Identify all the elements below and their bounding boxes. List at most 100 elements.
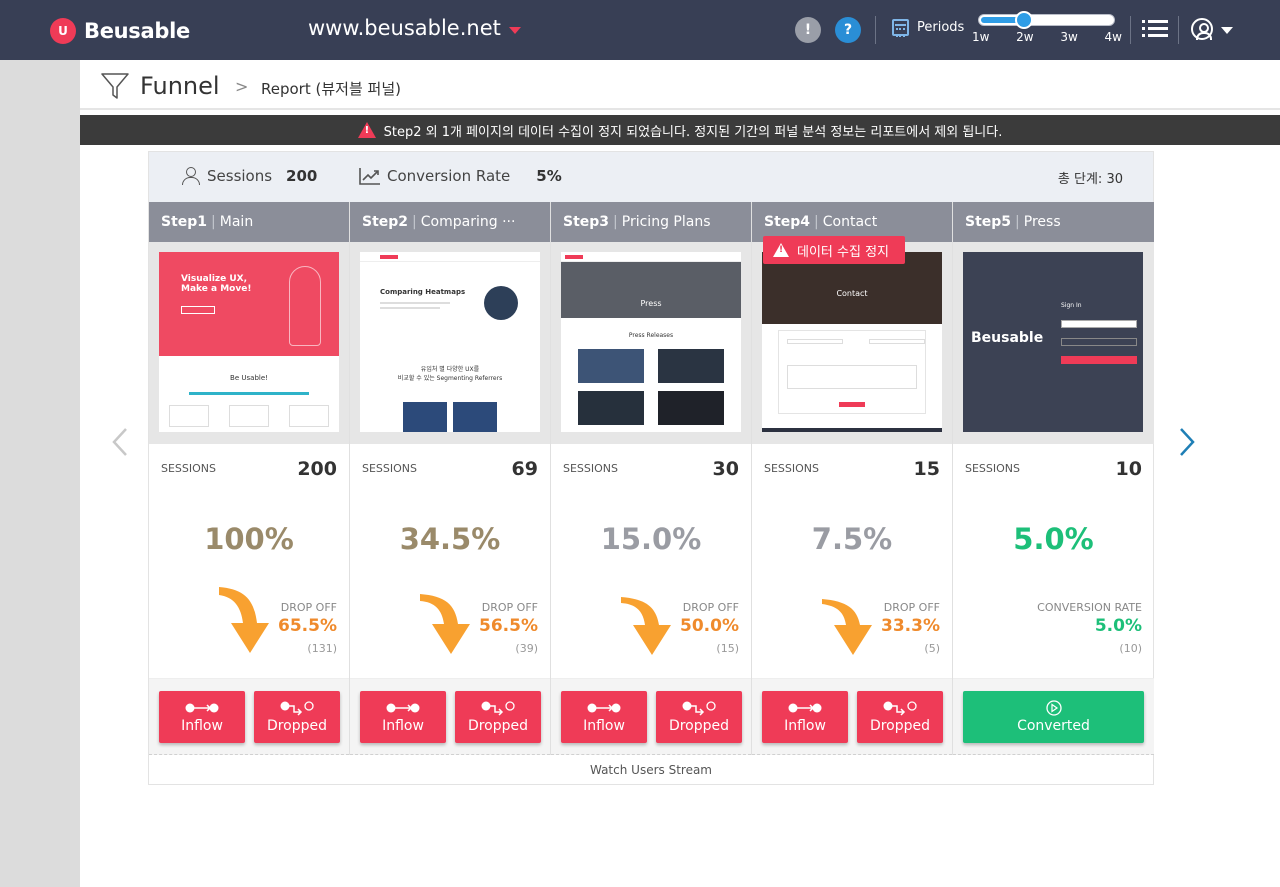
watch-users-stream-link[interactable]: Watch Users Stream [149, 755, 1153, 785]
dropped-button[interactable]: Dropped [857, 691, 943, 743]
drop-off-count: (39) [515, 642, 538, 655]
page-title: Funnel [140, 72, 220, 100]
step-actions: Inflow Dropped [551, 678, 751, 755]
dropped-button[interactable]: Dropped [455, 691, 541, 743]
stop-badge-text: 데이터 수집 정지 [797, 244, 889, 260]
page-thumbnail[interactable]: Press Press Releases [561, 252, 741, 432]
warning-icon [357, 122, 376, 138]
site-url: www.beusable.net [308, 16, 501, 40]
sessions-label: SESSIONS [764, 462, 820, 475]
period-tick[interactable]: 1w [972, 30, 989, 44]
chevron-right-icon[interactable] [1178, 427, 1196, 457]
chevron-down-icon[interactable] [1221, 27, 1233, 34]
page-thumbnail[interactable]: Contact [762, 252, 942, 432]
step-page-name: Press [1023, 214, 1061, 230]
thumbnail-text: Press Releases [628, 332, 674, 339]
logo[interactable]: U Beusable [50, 17, 190, 45]
data-collection-warning-banner: Step2 외 1개 페이지의 데이터 수집이 정지 되었습니다. 정지된 기간… [80, 115, 1280, 145]
period-slider[interactable] [978, 11, 1115, 29]
step-actions: Converted [953, 678, 1154, 755]
funnel-step: Step3 | Pricing Plans Press Press Releases [551, 202, 752, 755]
inflow-label: Inflow [181, 718, 223, 734]
page-thumbnail[interactable]: Visualize UX, Make a Move! Be Usable! [159, 252, 339, 432]
period-slider-handle[interactable] [1015, 11, 1033, 29]
step-page-name: Pricing Plans [621, 214, 711, 230]
inflow-button[interactable]: Inflow [762, 691, 848, 743]
dropped-icon [682, 701, 716, 716]
left-sidebar-gutter [0, 60, 80, 887]
period-tick[interactable]: 3w [1060, 30, 1077, 44]
conversion-rate-value: 5.0% [1094, 616, 1142, 636]
step-thumbnail-area: Comparing Heatmaps 유입처 별 다양한 UX를 비교할 수 있… [350, 242, 550, 444]
dropped-label: Dropped [869, 718, 931, 734]
period-tick[interactable]: 4w [1105, 30, 1122, 44]
periods-text: Periods [917, 20, 965, 35]
sessions-value: 200 [297, 458, 337, 480]
divider [1178, 16, 1179, 44]
dropped-button[interactable]: Dropped [254, 691, 340, 743]
inflow-icon [788, 703, 822, 713]
step-page-name: Contact [822, 214, 878, 230]
step-number: Step5 [965, 214, 1012, 230]
step-percentage: 100% [204, 522, 294, 556]
breadcrumb-current: Report (뷰저블 퍼널) [261, 80, 401, 98]
converted-label: Converted [1017, 718, 1090, 734]
funnel-icon [101, 73, 129, 99]
inflow-icon [185, 703, 219, 713]
chevron-right-icon: > [235, 77, 249, 96]
sessions-value: 69 [511, 458, 538, 480]
period-tick[interactable]: 2w [1016, 30, 1033, 44]
drop-off-value: 50.0% [680, 616, 739, 636]
thumbnail-text: Beusable [971, 330, 1044, 346]
inflow-button[interactable]: Inflow [159, 691, 245, 743]
top-navigation-bar: U Beusable www.beusable.net ! ? Periods … [0, 0, 1280, 60]
drop-off-label: DROP OFF [682, 601, 739, 614]
conversion-summary-value: 5% [536, 167, 562, 185]
funnel-step: Step2 | Comparing ··· Comparing Heatmaps 유… [350, 202, 551, 755]
help-button[interactable]: ? [835, 17, 861, 43]
step-percentage: 15.0% [600, 522, 702, 556]
trend-chart-icon [359, 168, 380, 185]
page-thumbnail[interactable]: Comparing Heatmaps 유입처 별 다양한 UX를 비교할 수 있… [360, 252, 540, 432]
notice-button[interactable]: ! [795, 17, 821, 43]
site-selector[interactable]: www.beusable.net [308, 16, 521, 40]
funnel-steps: Step1 | Main Visualize UX, Make a Move! Be… [149, 202, 1154, 755]
dropped-icon [481, 701, 515, 716]
step-number: Step4 [764, 214, 811, 230]
sessions-value: 30 [712, 458, 739, 480]
chevron-down-icon [508, 26, 521, 34]
sessions-value: 15 [913, 458, 940, 480]
funnel-step: Step4|Contact Contact SESSIONS 15 7.5% [752, 202, 953, 755]
step-number: Step2 [362, 214, 409, 230]
funnel-step: Step1 | Main Visualize UX, Make a Move! Be… [149, 202, 350, 755]
sessions-summary-label: Sessions [207, 167, 273, 185]
inflow-label: Inflow [382, 718, 424, 734]
sessions-label: SESSIONS [563, 462, 619, 475]
step-header: Step3 | Pricing Plans [551, 202, 751, 242]
drop-off-arrow-icon [219, 587, 269, 653]
dropped-button[interactable]: Dropped [656, 691, 742, 743]
dropped-label: Dropped [467, 718, 529, 734]
step-page-name: Main [219, 214, 254, 230]
step-thumbnail-area: Visualize UX, Make a Move! Be Usable! [149, 242, 349, 444]
sessions-summary: Sessions 200 [179, 167, 317, 185]
inflow-icon [386, 703, 420, 713]
inflow-icon [587, 703, 621, 713]
total-steps: 총 단계: 30 [1057, 172, 1123, 187]
divider [875, 16, 876, 44]
user-account-icon[interactable] [1191, 18, 1213, 40]
page-thumbnail[interactable]: Beusable Sign In [963, 252, 1143, 432]
play-circle-icon [1045, 700, 1062, 716]
drop-off-count: (5) [924, 642, 940, 655]
period-ticks: 1w 2w 3w 4w [972, 30, 1122, 44]
list-menu-icon[interactable] [1142, 19, 1168, 39]
exclamation-icon: ! [804, 22, 812, 38]
thumbnail-text: 유입처 별 다양한 UX를 [420, 366, 480, 373]
dropped-icon [280, 701, 314, 716]
inflow-button[interactable]: Inflow [561, 691, 647, 743]
banner-text: Step2 외 1개 페이지의 데이터 수집이 정지 되었습니다. 정지된 기간… [383, 124, 1003, 140]
inflow-button[interactable]: Inflow [360, 691, 446, 743]
app-name: Beusable [84, 19, 190, 43]
chevron-left-icon[interactable] [111, 427, 129, 457]
converted-button[interactable]: Converted [963, 691, 1144, 743]
